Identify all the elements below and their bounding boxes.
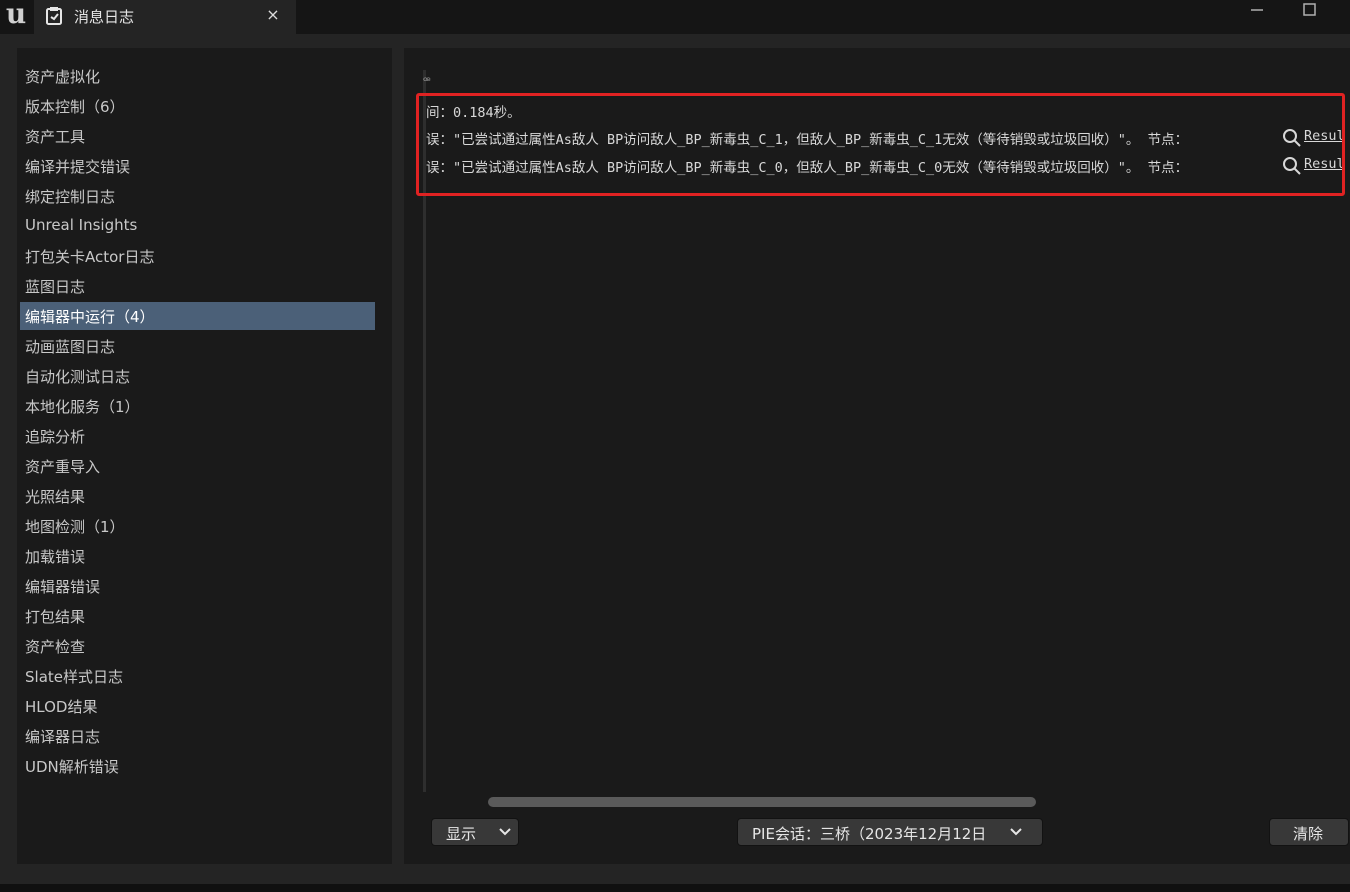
sidebar-item[interactable]: 资产检查 (20, 632, 375, 660)
sidebar-item-label: 自动化测试日志 (25, 368, 131, 386)
sidebar-item[interactable]: Unreal Insights (20, 212, 375, 240)
sidebar-item-label: Slate样式日志 (25, 668, 123, 686)
clear-button-label: 清除 (1293, 825, 1324, 843)
highlight-annotation-box (416, 93, 1345, 196)
tab-message-log[interactable]: 消息日志 × (34, 0, 296, 34)
sidebar-item[interactable]: 打包结果 (20, 602, 375, 630)
show-filter-label: 显示 (446, 825, 477, 843)
sidebar-item[interactable]: 本地化服务（1） (20, 392, 375, 420)
sidebar-item[interactable]: 编译并提交错误 (20, 152, 375, 180)
message-log-icon (46, 7, 62, 25)
sidebar-item-label: UDN解析错误 (25, 758, 119, 776)
sidebar-item-label: 光照结果 (25, 488, 86, 506)
sidebar-item-label: Unreal Insights (25, 216, 138, 234)
sidebar-item-label: 蓝图日志 (25, 278, 86, 296)
sidebar-item-label: 编辑器错误 (25, 578, 101, 596)
clear-button[interactable]: 清除 (1269, 818, 1349, 846)
sidebar-item-label: 追踪分析 (25, 428, 86, 446)
sidebar-item-label: 编译器日志 (25, 728, 101, 746)
sidebar-item-label: 本地化服务（1） (25, 398, 140, 416)
sidebar-item[interactable]: 资产重导入 (20, 452, 375, 480)
sidebar-item-label: 地图检测（1） (25, 518, 125, 536)
sidebar-item-label: 动画蓝图日志 (25, 338, 116, 356)
sidebar-item-label: 资产工具 (25, 128, 86, 146)
sidebar-item[interactable]: 自动化测试日志 (20, 362, 375, 390)
sidebar-item-label: 编辑器中运行（4） (25, 308, 155, 326)
minimize-icon[interactable] (1248, 0, 1268, 20)
tab-title: 消息日志 (74, 8, 135, 26)
sidebar-item-label: 打包结果 (25, 608, 86, 626)
log-line-fragment: ꟹ (423, 74, 431, 88)
maximize-icon[interactable] (1300, 0, 1320, 20)
sidebar-item-label: HLOD结果 (25, 698, 98, 716)
sidebar-item[interactable]: 打包关卡Actor日志 (20, 242, 375, 270)
sidebar-item[interactable]: 资产虚拟化 (20, 62, 375, 90)
sidebar-item[interactable]: 编辑器错误 (20, 572, 375, 600)
sidebar-item[interactable]: 光照结果 (20, 482, 375, 510)
chevron-down-icon (1010, 828, 1022, 836)
bottom-strip (0, 884, 1350, 892)
title-bar: u 消息日志 × (0, 0, 1350, 34)
chevron-down-icon (499, 828, 511, 836)
sidebar-item[interactable]: 动画蓝图日志 (20, 332, 375, 360)
sidebar-item[interactable]: 资产工具 (20, 122, 375, 150)
sidebar-item[interactable]: 地图检测（1） (20, 512, 375, 540)
sidebar-item-label: 资产重导入 (25, 458, 101, 476)
show-filter-button[interactable]: 显示 (431, 818, 519, 846)
horizontal-scrollbar[interactable] (488, 797, 1036, 807)
sidebar-item-label: 打包关卡Actor日志 (25, 248, 155, 266)
unreal-logo-icon: u (5, 0, 27, 30)
sidebar-item-label: 资产虚拟化 (25, 68, 101, 86)
sidebar-item-label: 版本控制（6） (25, 98, 125, 116)
sidebar-item[interactable]: 绑定控制日志 (20, 182, 375, 210)
sidebar-item[interactable]: 版本控制（6） (20, 92, 375, 120)
sidebar-item[interactable]: 编译器日志 (20, 722, 375, 750)
sidebar-item[interactable]: Slate样式日志 (20, 662, 375, 690)
sidebar-item-label: 加载错误 (25, 548, 86, 566)
sidebar-item-selected[interactable]: 编辑器中运行（4） (20, 302, 375, 330)
session-select-label: PIE会话：三桥（2023年12月12日 (752, 825, 987, 843)
sidebar-item[interactable]: HLOD结果 (20, 692, 375, 720)
sidebar-item[interactable]: 追踪分析 (20, 422, 375, 450)
sidebar-item-label: 资产检查 (25, 638, 86, 656)
sidebar-item[interactable]: 蓝图日志 (20, 272, 375, 300)
session-select-dropdown[interactable]: PIE会话：三桥（2023年12月12日 (737, 818, 1043, 846)
sidebar-item[interactable]: UDN解析错误 (20, 752, 375, 780)
close-icon[interactable]: × (264, 5, 282, 25)
sidebar-item-label: 编译并提交错误 (25, 158, 131, 176)
sidebar-item[interactable]: 加载错误 (20, 542, 375, 570)
sidebar-item-label: 绑定控制日志 (25, 188, 116, 206)
